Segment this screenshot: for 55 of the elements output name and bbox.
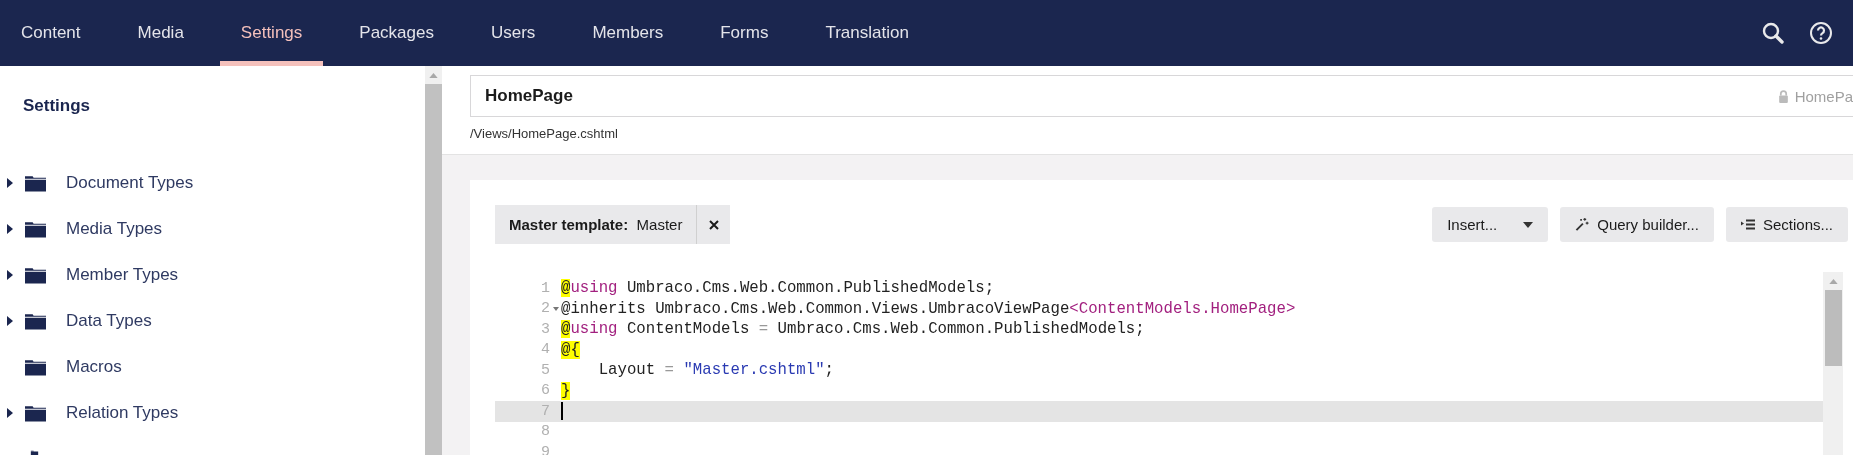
toolbar-button[interactable]: Insert... xyxy=(1432,207,1549,242)
tree-item[interactable]: Media Types xyxy=(66,219,163,239)
caret-icon xyxy=(1523,221,1534,228)
code-line: @inherits Umbraco.Cms.Web.Common.Views.UmbracoViewPage<ContentModels.HomePage> xyxy=(561,299,1296,318)
tree-item[interactable]: Relation Types xyxy=(66,403,179,423)
section-tab[interactable]: Media xyxy=(116,0,205,66)
line-number: 8 xyxy=(541,423,550,441)
list-icon xyxy=(1740,218,1755,231)
section-tab[interactable]: Translation xyxy=(804,0,930,66)
code-line: @using Umbraco.Cms.Web.Common.PublishedModels; xyxy=(561,279,995,298)
expand-caret-icon[interactable] xyxy=(7,270,13,280)
section-tab[interactable]: Forms xyxy=(699,0,790,66)
expand-caret-icon[interactable] xyxy=(7,408,13,418)
expand-caret-icon[interactable] xyxy=(7,178,13,188)
folder-icon xyxy=(25,358,46,376)
help-icon[interactable] xyxy=(1809,21,1833,45)
fold-arrow-icon[interactable] xyxy=(553,306,559,311)
folder-icon xyxy=(25,266,46,284)
folder-icon xyxy=(25,404,46,422)
magic-wand-icon xyxy=(1575,218,1590,231)
section-tab[interactable]: Users xyxy=(469,0,557,66)
sidebar-title: Settings xyxy=(22,95,92,117)
toolbar-button[interactable]: Query builder... xyxy=(1560,207,1714,242)
code-line: Layout = "Master.cshtml"; xyxy=(597,361,835,380)
scrollbar[interactable] xyxy=(1823,272,1843,455)
expand-caret-icon[interactable] xyxy=(7,316,13,326)
template-name-field[interactable]: HomePage HomePa xyxy=(470,75,1853,117)
line-number: 1 xyxy=(541,279,550,297)
line-number: 3 xyxy=(541,320,550,338)
line-number: 6 xyxy=(541,382,550,400)
folder-icon xyxy=(25,220,46,238)
toolbar-button[interactable]: Sections... xyxy=(1725,207,1848,242)
scrollbar[interactable] xyxy=(425,66,442,455)
line-number: 5 xyxy=(541,361,550,379)
file-path: /Views/HomePage.cshtml xyxy=(470,126,619,141)
code-line: @using ContentModels = Umbraco.Cms.Web.Common.PublishedModels; xyxy=(561,320,1145,339)
line-number: 2 xyxy=(541,300,550,318)
tree-item[interactable]: Document Types xyxy=(66,173,194,193)
folder-icon xyxy=(25,174,46,192)
alias-text: HomePa xyxy=(1794,87,1853,105)
tree-item[interactable]: Member Types xyxy=(66,265,179,285)
search-icon[interactable] xyxy=(1761,21,1785,45)
line-number: 9 xyxy=(541,443,550,455)
section-tab[interactable]: Packages xyxy=(338,0,455,66)
folder-icon xyxy=(25,312,46,330)
section-tab[interactable]: Members xyxy=(571,0,685,66)
section-tab[interactable]: Content xyxy=(0,0,102,66)
close-icon xyxy=(708,219,719,230)
line-number: 4 xyxy=(541,341,550,359)
remove-master-button[interactable] xyxy=(697,205,731,244)
tree-item[interactable]: Data Types xyxy=(66,311,152,331)
expand-caret-icon[interactable] xyxy=(7,224,13,234)
tree-item[interactable]: Macros xyxy=(66,357,122,377)
text-cursor xyxy=(561,402,563,421)
master-template-button[interactable]: Master template: Master xyxy=(495,205,698,244)
